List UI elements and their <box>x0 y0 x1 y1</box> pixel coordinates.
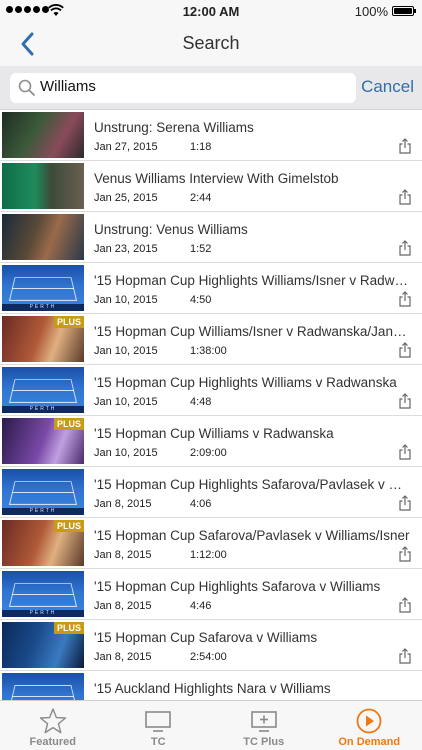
video-title: Unstrung: Venus Williams <box>94 222 248 237</box>
video-result-row[interactable]: PLUS '15 Hopman Cup Safarova/Pavlasek v W… <box>0 518 422 569</box>
tab-label: TC <box>150 736 166 748</box>
tab-tc-plus[interactable]: TC Plus <box>211 701 317 750</box>
share-icon[interactable] <box>398 291 412 307</box>
battery-percentage: 100% <box>354 4 388 19</box>
video-title: '15 Hopman Cup Williams v Radwanska <box>94 426 334 441</box>
video-duration: 4:06 <box>190 498 212 510</box>
video-thumbnail: PLUS <box>2 316 84 362</box>
video-result-row[interactable]: PLUS '15 Hopman Cup Safarova v Williams Ja… <box>0 620 422 671</box>
tab-label: On Demand <box>338 736 401 748</box>
battery-icon <box>392 6 416 16</box>
plus-badge: PLUS <box>54 622 84 634</box>
navigation-bar: Search <box>0 22 422 66</box>
video-thumbnail: PLUS <box>2 520 84 566</box>
court-banner: PERTH <box>2 406 84 413</box>
video-duration: 1:52 <box>190 243 212 255</box>
video-date: Jan 10, 2015 <box>94 447 158 459</box>
video-result-row[interactable]: Unstrung: Serena Williams Jan 27, 2015 1:1… <box>0 110 422 161</box>
share-icon[interactable] <box>398 648 412 664</box>
search-results-list: Unstrung: Serena Williams Jan 27, 2015 1:1… <box>0 110 422 700</box>
video-thumbnail <box>2 214 84 260</box>
video-result-row[interactable]: PLUS '15 Hopman Cup Williams v Radwanska J… <box>0 416 422 467</box>
court-banner: PERTH <box>2 304 84 311</box>
video-result-row[interactable]: PLUS '15 Hopman Cup Williams/Isner v Radw… <box>0 314 422 365</box>
video-duration: 4:46 <box>190 600 212 612</box>
video-result-row[interactable]: PERTH '15 Auckland Highlights Nara v Will… <box>0 671 422 700</box>
video-duration: 4:50 <box>190 294 212 306</box>
video-duration: 2:09:00 <box>190 447 227 459</box>
video-thumbnail: PLUS <box>2 622 84 668</box>
video-date: Jan 8, 2015 <box>94 498 152 510</box>
page-title: Search <box>182 33 240 53</box>
video-date: Jan 10, 2015 <box>94 396 158 408</box>
search-value: Williams <box>40 78 96 95</box>
video-title: '15 Hopman Cup Williams/Isner v Radwansk… <box>94 324 412 339</box>
video-title: '15 Auckland Highlights Nara v Williams <box>94 681 331 696</box>
plus-badge: PLUS <box>54 520 84 532</box>
video-date: Jan 10, 2015 <box>94 294 158 306</box>
tab-bar: Featured TC TC Plus On Demand <box>0 700 422 750</box>
video-thumbnail <box>2 163 84 209</box>
share-icon[interactable] <box>398 189 412 205</box>
status-bar: 12:00 AM 100% <box>0 0 422 22</box>
search-input[interactable]: Williams <box>10 73 356 103</box>
share-icon[interactable] <box>398 240 412 256</box>
video-duration: 1:18 <box>190 141 212 153</box>
video-result-row[interactable]: PERTH '15 Hopman Cup Highlights Safarova … <box>0 569 422 620</box>
plus-badge: PLUS <box>54 418 84 430</box>
video-title: Unstrung: Serena Williams <box>94 120 254 135</box>
video-title: '15 Hopman Cup Highlights Williams/Isner… <box>94 273 412 288</box>
share-icon[interactable] <box>398 597 412 613</box>
video-title: Venus Williams Interview With Gimelstob <box>94 171 339 186</box>
video-thumbnail: PERTH <box>2 265 84 311</box>
video-title: '15 Hopman Cup Safarova/Pavlasek v Willi… <box>94 528 410 543</box>
share-icon[interactable] <box>398 444 412 460</box>
share-icon[interactable] <box>398 495 412 511</box>
video-thumbnail: PERTH <box>2 673 84 700</box>
video-duration: 1:12:00 <box>190 549 227 561</box>
video-date: Jan 8, 2015 <box>94 600 152 612</box>
share-icon[interactable] <box>398 138 412 154</box>
video-thumbnail <box>2 112 84 158</box>
video-title: '15 Hopman Cup Safarova v Williams <box>94 630 318 645</box>
video-title: '15 Hopman Cup Highlights Safarova/Pavla… <box>94 477 412 492</box>
video-date: Jan 23, 2015 <box>94 243 158 255</box>
tab-tc[interactable]: TC <box>106 701 212 750</box>
search-bar: Williams Cancel <box>0 66 422 110</box>
video-duration: 2:54:00 <box>190 651 227 663</box>
tab-label: Featured <box>29 736 76 748</box>
video-duration: 2:44 <box>190 192 212 204</box>
video-thumbnail: PERTH <box>2 571 84 617</box>
video-date: Jan 10, 2015 <box>94 345 158 357</box>
video-duration: 1:38:00 <box>190 345 227 357</box>
video-date: Jan 25, 2015 <box>94 192 158 204</box>
video-result-row[interactable]: PERTH '15 Hopman Cup Highlights Williams … <box>0 365 422 416</box>
video-title: '15 Hopman Cup Highlights Safarova v Wil… <box>94 579 381 594</box>
tab-label: TC Plus <box>243 736 285 748</box>
share-icon[interactable] <box>398 546 412 562</box>
video-result-row[interactable]: PERTH '15 Hopman Cup Highlights Safarova/… <box>0 467 422 518</box>
video-thumbnail: PLUS <box>2 418 84 464</box>
tab-on-demand[interactable]: On Demand <box>317 701 422 750</box>
court-banner: PERTH <box>2 610 84 617</box>
video-thumbnail: PERTH <box>2 367 84 413</box>
video-date: Jan 8, 2015 <box>94 651 152 663</box>
court-banner: PERTH <box>2 508 84 515</box>
video-result-row[interactable]: PERTH '15 Hopman Cup Highlights Williams/… <box>0 263 422 314</box>
plus-badge: PLUS <box>54 316 84 328</box>
video-result-row[interactable]: Venus Williams Interview With Gimelstob J… <box>0 161 422 212</box>
video-result-row[interactable]: Unstrung: Venus Williams Jan 23, 2015 1:52 <box>0 212 422 263</box>
share-icon[interactable] <box>398 342 412 358</box>
video-date: Jan 27, 2015 <box>94 141 158 153</box>
share-icon[interactable] <box>398 393 412 409</box>
tab-featured[interactable]: Featured <box>0 701 106 750</box>
video-title: '15 Hopman Cup Highlights Williams v Rad… <box>94 375 397 390</box>
cancel-button[interactable]: Cancel <box>361 77 414 97</box>
video-thumbnail: PERTH <box>2 469 84 515</box>
video-date: Jan 8, 2015 <box>94 549 152 561</box>
search-icon <box>18 79 35 96</box>
video-duration: 4:48 <box>190 396 212 408</box>
